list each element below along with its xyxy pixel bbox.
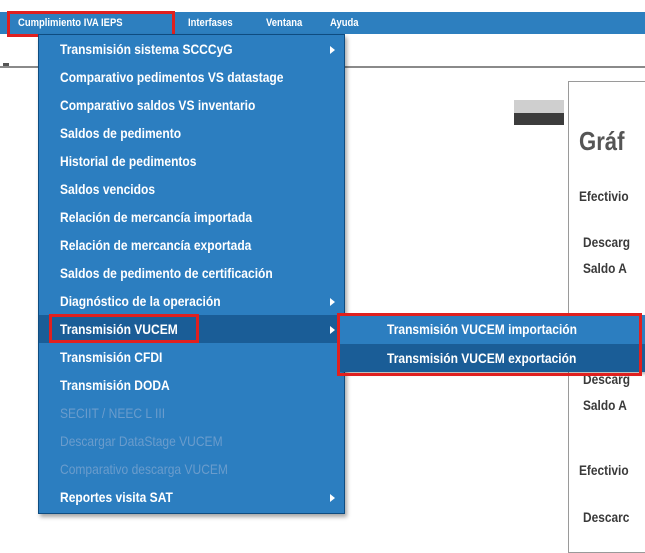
report-line: Efectivio: [579, 188, 629, 204]
menu-item-transmision-cfdi[interactable]: Transmisión CFDI: [39, 343, 344, 371]
report-line: Efectivio: [579, 462, 629, 478]
report-line: Descarg: [583, 234, 630, 250]
menu-item-label: Relación de mercancía importada: [60, 209, 253, 225]
menu-item-label: Relación de mercancía exportada: [60, 237, 252, 253]
menu-item-reportes-visita-sat[interactable]: Reportes visita SAT: [39, 483, 344, 511]
highlight-box-submenu: [337, 313, 642, 376]
window-chrome-dark: [514, 113, 564, 125]
menu-item-saldos-pedimento[interactable]: Saldos de pedimento: [39, 119, 344, 147]
menu-item-label: Reportes visita SAT: [60, 489, 173, 505]
menu-item-label: Diagnóstico de la operación: [60, 293, 221, 309]
menu-item-label: SECIIT / NEEC L III: [60, 405, 166, 421]
menu-item-label: Comparativo descarga VUCEM: [60, 461, 228, 477]
menu-item-label: Saldos de pedimento de certificación: [60, 265, 273, 281]
menu-item-comparativo-pedimentos[interactable]: Comparativo pedimentos VS datastage: [39, 63, 344, 91]
submenu-arrow-icon: [330, 298, 335, 306]
menu-item-comparativo-saldos[interactable]: Comparativo saldos VS inventario: [39, 91, 344, 119]
highlight-box-vucem: [49, 314, 199, 343]
menu-item-label: Transmisión sistema SCCCyG: [60, 41, 233, 57]
menu-item-saldos-certificacion[interactable]: Saldos de pedimento de certificación: [39, 259, 344, 287]
menu-item-descargar-datastage: Descargar DataStage VUCEM: [39, 427, 344, 455]
report-title: Gráf: [579, 126, 625, 156]
cumplimiento-dropdown: Transmisión sistema SCCCyG Comparativo p…: [38, 34, 345, 514]
menu-item-label: Comparativo pedimentos VS datastage: [60, 69, 284, 85]
menu-ayuda[interactable]: Ayuda: [330, 12, 359, 34]
menu-item-label: Saldos vencidos: [60, 181, 156, 197]
report-line: Saldo A: [583, 397, 627, 413]
report-line: Saldo A: [583, 260, 627, 276]
menu-item-label: Descargar DataStage VUCEM: [60, 433, 223, 449]
menu-item-seciit-neec: SECIIT / NEEC L III: [39, 399, 344, 427]
menu-item-label: Comparativo saldos VS inventario: [60, 97, 256, 113]
window-chrome-light: [514, 100, 564, 113]
menu-item-historial-pedimentos[interactable]: Historial de pedimentos: [39, 147, 344, 175]
menu-ventana[interactable]: Ventana: [266, 12, 302, 34]
menu-item-label: Transmisión CFDI: [60, 349, 163, 365]
menu-item-label: Saldos de pedimento: [60, 125, 182, 141]
menu-item-saldos-vencidos[interactable]: Saldos vencidos: [39, 175, 344, 203]
submenu-arrow-icon: [330, 326, 335, 334]
menu-item-mercancia-exportada[interactable]: Relación de mercancía exportada: [39, 231, 344, 259]
menu-item-label: Historial de pedimentos: [60, 153, 197, 169]
submenu-arrow-icon: [330, 494, 335, 502]
menu-interfases[interactable]: Interfases: [188, 12, 233, 34]
menu-item-comparativo-descarga: Comparativo descarga VUCEM: [39, 455, 344, 483]
menu-item-label: Transmisión DODA: [60, 377, 170, 393]
menu-item-mercancia-importada[interactable]: Relación de mercancía importada: [39, 203, 344, 231]
menu-item-transmision-doda[interactable]: Transmisión DODA: [39, 371, 344, 399]
menu-item-transmision-scccyg[interactable]: Transmisión sistema SCCCyG: [39, 35, 344, 63]
submenu-arrow-icon: [330, 46, 335, 54]
report-line: Descarc: [583, 509, 630, 525]
menu-item-diagnostico-operacion[interactable]: Diagnóstico de la operación: [39, 287, 344, 315]
